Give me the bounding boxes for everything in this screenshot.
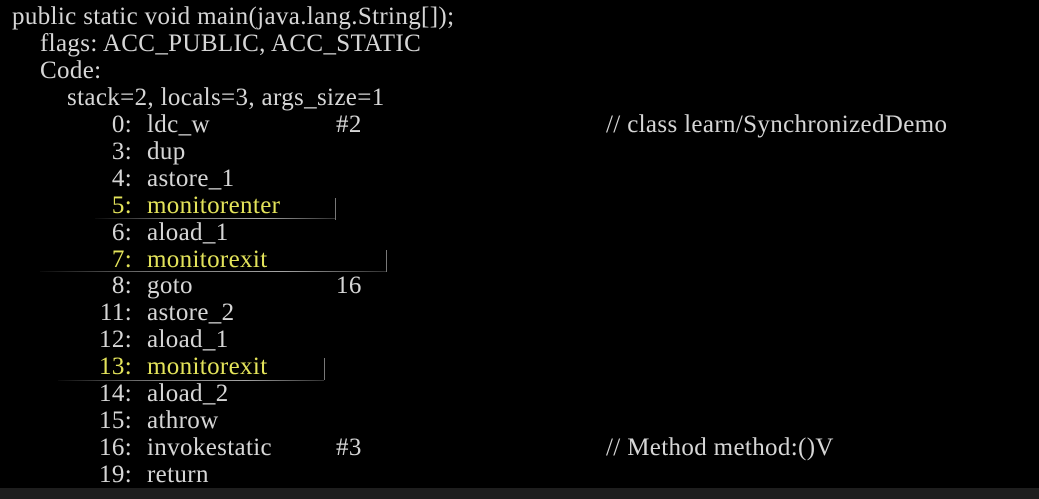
instruction-offset: 4:: [111, 164, 132, 192]
instruction-offset: 0:: [111, 111, 132, 138]
instruction-offset: 3:: [111, 137, 132, 165]
instruction-row: 14: aload_2: [0, 380, 1039, 407]
instruction-offset: 12:: [99, 326, 132, 354]
instruction-opcode: astore_1: [147, 164, 235, 192]
instruction-row: 7: monitorexit: [0, 246, 1039, 273]
instruction-offset: 11:: [99, 299, 132, 327]
instruction-row: 16: invokestatic #3 // Method method:()V: [0, 434, 1039, 461]
instruction-comment: // class learn/SynchronizedDemo: [606, 111, 948, 138]
instruction-offset: 5:: [111, 191, 132, 219]
flags-line: flags: ACC_PUBLIC, ACC_STATIC: [0, 30, 421, 57]
instruction-row: 13: monitorexit: [0, 353, 1039, 380]
instruction-operand: 16: [336, 272, 362, 300]
instruction-opcode: aload_1: [147, 326, 229, 354]
stack-info-line: stack=2, locals=3, args_size=1: [0, 84, 384, 111]
instruction-operand: #2: [336, 111, 362, 138]
instruction-opcode: monitorenter: [147, 191, 281, 219]
instruction-opcode: ldc_w: [147, 111, 210, 138]
instruction-opcode: dup: [147, 137, 186, 165]
instruction-row: 5: monitorenter: [0, 192, 1039, 219]
instruction-row: 4: astore_1: [0, 165, 1039, 192]
instruction-row: 0: ldc_w #2 // class learn/SynchronizedDemo: [0, 111, 1039, 138]
instruction-comment: // Method method:()V: [606, 433, 834, 461]
instruction-offset: 19:: [99, 460, 132, 488]
instruction-row: 12: aload_1: [0, 326, 1039, 353]
instruction-opcode: goto: [147, 272, 193, 300]
instruction-opcode: monitorexit: [147, 245, 268, 273]
instruction-opcode: aload_1: [147, 218, 229, 246]
instruction-row: 11: astore_2: [0, 299, 1039, 326]
code-label-line: Code:: [0, 57, 101, 84]
stack-info: stack=2, locals=3, args_size=1: [67, 84, 385, 111]
instruction-row: 6: aload_1: [0, 219, 1039, 246]
instruction-opcode: invokestatic: [147, 433, 273, 461]
instruction-offset: 6:: [111, 218, 132, 246]
window-bottom-edge: [0, 488, 1039, 499]
instruction-opcode: athrow: [147, 406, 219, 434]
terminal-window: public static void main(java.lang.String…: [0, 0, 1039, 499]
instruction-opcode: return: [147, 460, 209, 488]
instruction-opcode: monitorexit: [147, 353, 268, 381]
instruction-offset: 16:: [99, 433, 132, 461]
instruction-offset: 13:: [99, 353, 132, 381]
method-signature-line: public static void main(java.lang.String…: [0, 3, 454, 30]
instruction-offset: 7:: [111, 245, 132, 273]
instruction-offset: 14:: [99, 380, 132, 407]
instruction-row: 3: dup: [0, 138, 1039, 165]
instruction-row: 8: goto 16: [0, 272, 1039, 299]
instruction-opcode: aload_2: [147, 380, 229, 407]
instruction-row: 15: athrow: [0, 407, 1039, 434]
method-signature: public static void main(java.lang.String…: [12, 3, 455, 30]
instruction-offset: 8:: [111, 272, 132, 300]
instruction-opcode: astore_2: [147, 299, 235, 327]
method-flags: flags: ACC_PUBLIC, ACC_STATIC: [40, 30, 422, 57]
instruction-row: 19: return: [0, 461, 1039, 488]
code-label: Code:: [40, 57, 102, 84]
instruction-operand: #3: [336, 433, 362, 461]
instruction-offset: 15:: [99, 406, 132, 434]
